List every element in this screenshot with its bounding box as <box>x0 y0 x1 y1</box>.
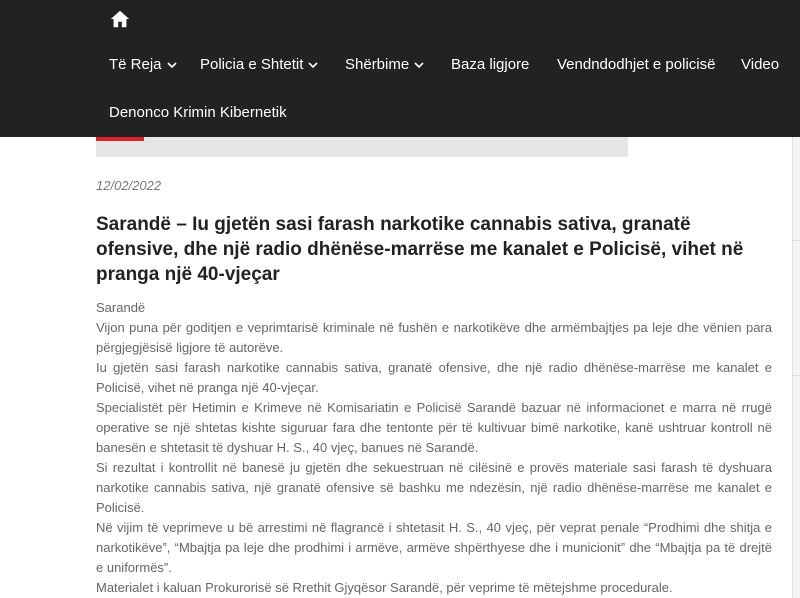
article-title: Sarandë – Iu gjetën sasi farash narkotik… <box>96 214 744 285</box>
chevron-down-icon <box>166 61 177 68</box>
article-paragraph: Në vijim të veprimeve u bë arrestimi në … <box>96 520 772 575</box>
nav-item-te-reja[interactable]: Të Reja <box>109 56 178 73</box>
scrollbar-divider <box>792 375 800 376</box>
nav-item-label: Video <box>741 56 780 73</box>
article-body: Sarandë Vijon puna për goditjen e veprim… <box>96 298 772 598</box>
main-nav: Të Reja Policia e Shtetit Shërbime Baza … <box>0 48 800 86</box>
scrollbar-track[interactable] <box>792 137 800 598</box>
nav-item-denonco-krimin[interactable]: Denonco Krimin Kibernetik <box>109 104 287 121</box>
nav-item-label: Vendndodhjet e policisë <box>557 56 716 73</box>
nav-item-label: Shërbime <box>345 56 410 73</box>
article-image <box>96 137 628 157</box>
chevron-down-icon <box>308 61 318 68</box>
category-accent <box>96 137 144 141</box>
article-paragraph: Sarandë <box>96 300 146 315</box>
nav-item-sherbime[interactable]: Shërbime <box>345 56 425 73</box>
article-paragraph: Materialet i kaluan Prokurorisë së Rreth… <box>96 580 673 595</box>
article-date: 12/02/2022 <box>96 178 162 193</box>
article-paragraph: Specialistët për Hetimin e Krimeve në Ko… <box>96 400 772 455</box>
nav-item-label: Baza ligjore <box>451 56 530 73</box>
scrollbar-divider <box>792 240 800 241</box>
home-icon[interactable] <box>109 8 131 30</box>
site-header: Të Reja Policia e Shtetit Shërbime Baza … <box>0 0 800 137</box>
nav-item-label: Policia e Shtetit <box>200 56 304 73</box>
nav-item-video[interactable]: Video <box>741 56 779 73</box>
nav-item-baza-ligjore[interactable]: Baza ligjore <box>451 56 529 73</box>
nav-item-policia-e-shtetit[interactable]: Policia e Shtetit <box>200 56 319 73</box>
nav-item-vendndodhjet[interactable]: Vendndodhjet e policisë <box>557 56 715 73</box>
article-paragraph: Vijon puna për goditjen e veprimtarisë k… <box>96 320 772 355</box>
nav-item-label: Të Reja <box>109 56 162 73</box>
article-paragraph: Si rezultat i kontrollit në banesë ju gj… <box>96 460 772 515</box>
chevron-down-icon <box>414 61 424 68</box>
article-paragraph: Iu gjetën sasi farash narkotike cannabis… <box>96 360 772 395</box>
